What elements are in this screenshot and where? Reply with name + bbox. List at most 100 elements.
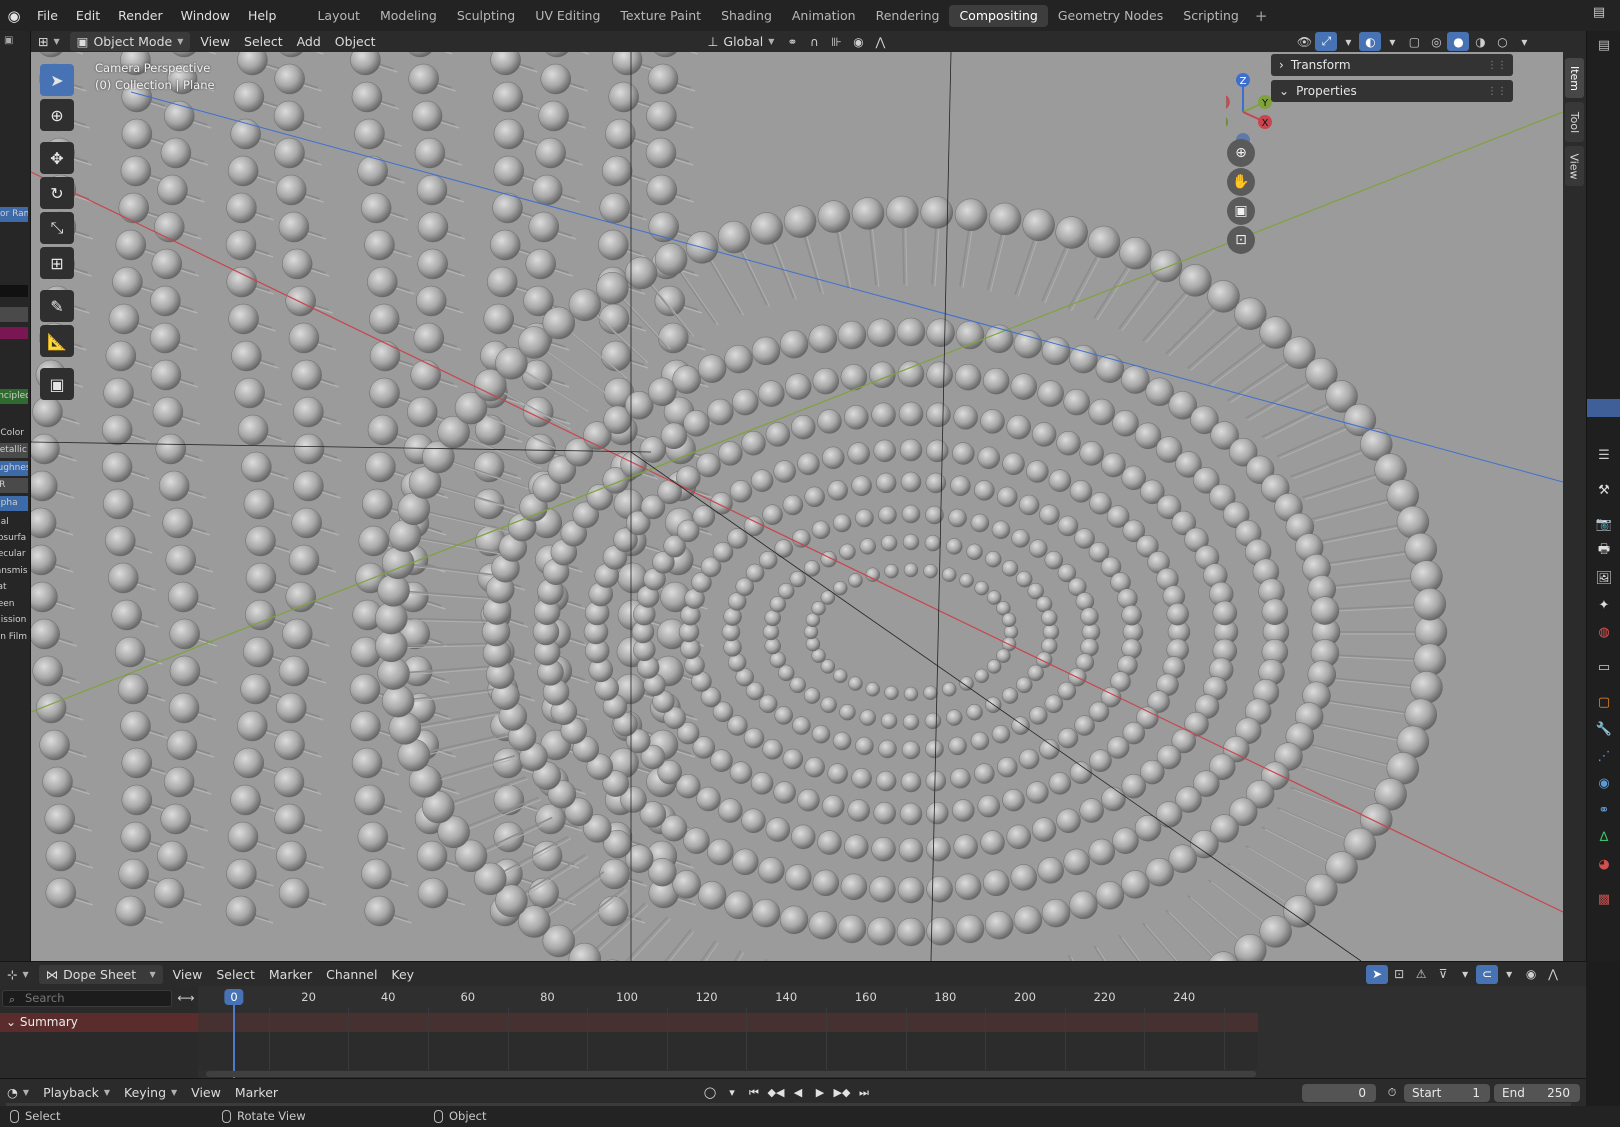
add-cube-tool-icon[interactable]: ▣	[40, 368, 74, 400]
sliver-row[interactable]: Alpha	[0, 496, 28, 511]
filter-icon[interactable]: ⊽	[1432, 965, 1454, 984]
jump-end-icon[interactable]: ⏭	[854, 1083, 874, 1102]
wireframe-shading-icon[interactable]: ◎	[1425, 32, 1447, 51]
snap-toggle-icon[interactable]: ∩	[803, 32, 825, 51]
cursor-tool-icon[interactable]: ⊕	[40, 99, 74, 131]
dope-menu-channel[interactable]: Channel	[319, 965, 384, 984]
chevron-down-icon[interactable]: ▾	[1513, 32, 1535, 51]
properties-editor-icon[interactable]: ☰	[1594, 445, 1614, 465]
editor-type-button[interactable]: ⊞ ▼	[31, 32, 67, 51]
add-workspace-icon[interactable]: +	[1249, 7, 1274, 25]
keying-menu[interactable]: Keying ▼	[117, 1083, 184, 1102]
dope-menu-marker[interactable]: Marker	[262, 965, 319, 984]
lock-icon[interactable]: ⊡	[1227, 226, 1255, 254]
drag-grip-icon[interactable]: ⋮⋮	[1487, 60, 1507, 71]
scale-tool-icon[interactable]: ⤡	[40, 212, 74, 244]
chevron-down-icon[interactable]: ▾	[1498, 965, 1520, 984]
chevron-down-icon[interactable]: ▾	[722, 1083, 742, 1102]
falloff-icon[interactable]: ⋀	[1542, 965, 1564, 984]
auto-keying-icon[interactable]: ◯	[700, 1083, 720, 1102]
channel-search-input[interactable]: ⌕ Search	[2, 990, 172, 1007]
stopwatch-icon[interactable]: ⏱	[1382, 1083, 1402, 1102]
chevron-down-icon[interactable]: ▾	[1381, 32, 1403, 51]
tab-layout[interactable]: Layout	[307, 5, 370, 27]
object-properties-icon[interactable]: ▢	[1594, 692, 1614, 712]
end-frame-field[interactable]: End 250	[1494, 1084, 1580, 1102]
play-icon[interactable]: ▶	[810, 1083, 830, 1102]
show-hidden-icon[interactable]: ⊡	[1388, 965, 1410, 984]
sliver-row[interactable]: OR	[0, 478, 28, 493]
playback-menu[interactable]: Playback ▼	[36, 1083, 117, 1102]
menu-view[interactable]: View	[193, 32, 237, 51]
menu-window[interactable]: Window	[172, 5, 239, 27]
current-frame-indicator[interactable]: 0	[224, 989, 244, 1005]
dope-menu-select[interactable]: Select	[209, 965, 262, 984]
constraints-properties-icon[interactable]: ⚭	[1594, 800, 1614, 820]
jump-start-icon[interactable]: ⏮	[744, 1083, 764, 1102]
drag-grip-icon[interactable]: ⋮⋮	[1487, 86, 1507, 97]
texture-properties-icon[interactable]: ▩	[1594, 889, 1614, 909]
rendered-shading-icon[interactable]: ○	[1491, 32, 1513, 51]
zoom-icon[interactable]: ⊕	[1227, 139, 1255, 167]
gizmo-toggle-icon[interactable]: ⤢	[1315, 32, 1338, 51]
auto-snap-icon[interactable]: ⊂	[1476, 964, 1499, 984]
proportional-edit-icon[interactable]: ◉	[1520, 965, 1542, 984]
solid-shading-icon[interactable]: ●	[1447, 32, 1470, 51]
measure-tool-icon[interactable]: 📐	[40, 325, 74, 357]
dope-menu-key[interactable]: Key	[384, 965, 421, 984]
sliver-row[interactable]: olor Ram	[0, 207, 28, 222]
tab-modeling[interactable]: Modeling	[370, 5, 447, 27]
sidebar-tab-view[interactable]: View	[1565, 146, 1584, 186]
playhead[interactable]	[233, 1005, 235, 1079]
menu-edit[interactable]: Edit	[67, 5, 109, 27]
particles-properties-icon[interactable]: ⋰	[1594, 746, 1614, 766]
tab-rendering[interactable]: Rendering	[866, 5, 950, 27]
output-properties-icon[interactable]: 🖶	[1594, 541, 1614, 561]
tool-settings-icon[interactable]: ⚒	[1594, 480, 1614, 500]
outliner-icon[interactable]: ▤	[1594, 35, 1614, 55]
data-properties-icon[interactable]: ∆	[1594, 827, 1614, 847]
overlay-toggle-icon[interactable]: ◐	[1359, 32, 1382, 51]
current-frame-field[interactable]: 0	[1302, 1084, 1376, 1102]
editor-type-button[interactable]: ⊹ ▼	[0, 965, 36, 984]
summary-channel[interactable]: ⌄ Summary	[0, 1013, 198, 1032]
sidebar-tab-item[interactable]: Item	[1565, 58, 1584, 98]
tab-geometry-nodes[interactable]: Geometry Nodes	[1048, 5, 1173, 27]
properties-panel-header[interactable]: ⌄ Properties ⋮⋮	[1271, 80, 1513, 102]
material-shading-icon[interactable]: ◑	[1469, 32, 1491, 51]
rotate-tool-icon[interactable]: ↻	[40, 177, 74, 209]
dope-sheet-mode-dropdown[interactable]: ⋈ Dope Sheet ▼	[38, 964, 163, 984]
menu-file[interactable]: File	[28, 5, 67, 27]
material-properties-icon[interactable]: ◕	[1594, 854, 1614, 874]
proportional-edit-icon[interactable]: ◉	[847, 32, 869, 51]
sliver-row[interactable]: 1	[0, 307, 28, 322]
menu-help[interactable]: Help	[239, 5, 286, 27]
chevron-down-icon[interactable]: ▾	[1337, 32, 1359, 51]
collection-properties-icon[interactable]: ▭	[1594, 657, 1614, 677]
menu-render[interactable]: Render	[109, 5, 172, 27]
dope-menu-view[interactable]: View	[166, 965, 210, 984]
next-keyframe-icon[interactable]: ▶◆	[832, 1083, 852, 1102]
view-layer-icon[interactable]: 🖼	[1594, 568, 1614, 588]
pan-hand-icon[interactable]: ✋	[1227, 168, 1255, 196]
start-frame-field[interactable]: Start 1	[1404, 1084, 1490, 1102]
menu-object[interactable]: Object	[328, 32, 383, 51]
tab-uv-editing[interactable]: UV Editing	[525, 5, 610, 27]
scene-properties-icon[interactable]: ✦	[1594, 595, 1614, 615]
sliver-row[interactable]: oughnes	[0, 461, 28, 476]
only-selected-icon[interactable]: ➤	[1366, 964, 1389, 984]
tab-animation[interactable]: Animation	[782, 5, 866, 27]
camera-view-icon[interactable]: ▣	[1227, 197, 1255, 225]
object-mode-dropdown[interactable]: ▣ Object Mode ▼	[69, 32, 191, 51]
timeline-menu-view[interactable]: View	[184, 1083, 228, 1102]
falloff-icon[interactable]: ⋀	[869, 32, 891, 51]
3d-viewport[interactable]: Camera Perspective (0) Collection | Plan…	[31, 52, 1563, 961]
menu-add[interactable]: Add	[290, 32, 328, 51]
physics-properties-icon[interactable]: ◉	[1594, 773, 1614, 793]
only-errors-icon[interactable]: ⚠	[1410, 965, 1432, 984]
transform-orientation-dropdown[interactable]: ⊥ Global ▼	[701, 32, 782, 51]
chevron-down-icon[interactable]: ▾	[1454, 965, 1476, 984]
move-tool-icon[interactable]: ✥	[40, 142, 74, 174]
pivot-point-icon[interactable]: ⚭	[781, 32, 803, 51]
world-properties-icon[interactable]: ◍	[1594, 622, 1614, 642]
